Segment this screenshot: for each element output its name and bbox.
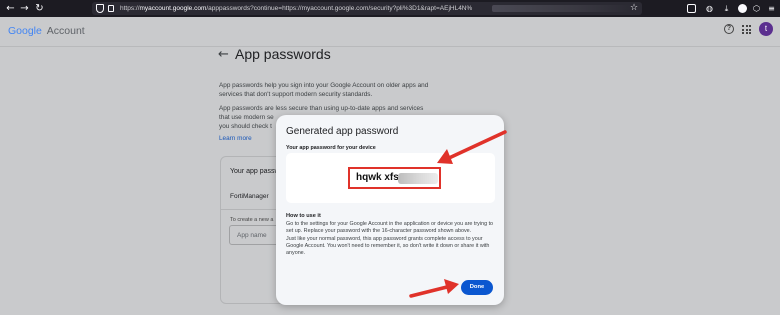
password-highlight-annotation: hqwk xfsz: [348, 167, 441, 189]
apps-grid-icon[interactable]: [742, 25, 751, 34]
google-account-logo[interactable]: Google Account: [8, 25, 85, 37]
password-box: hqwk xfsz: [286, 153, 495, 203]
menu-icon[interactable]: ≡: [767, 4, 776, 13]
download-icon[interactable]: ⤓: [722, 4, 731, 13]
done-button[interactable]: Done: [461, 280, 493, 295]
google-logo-text: Google: [8, 25, 42, 37]
shield-toolbar-icon[interactable]: ◍: [705, 4, 714, 13]
how-to-paragraph-2: Just like your normal password, this app…: [286, 235, 490, 257]
dialog-title: Generated app password: [286, 126, 399, 137]
browser-toolbar: ← → ↻ https://myaccount.google.com/apppa…: [0, 0, 780, 17]
forward-icon[interactable]: →: [19, 3, 30, 14]
app-password-item[interactable]: FortiManager: [230, 193, 269, 200]
account-label: Account: [46, 25, 85, 37]
url-redacted-blur: [492, 5, 632, 12]
bookmark-star-icon[interactable]: ☆: [630, 3, 638, 14]
reload-icon[interactable]: ↻: [34, 3, 45, 14]
how-to-title: How to use it: [286, 213, 321, 219]
app-name-placeholder: App name: [237, 232, 267, 239]
how-to-text: Go to the settings for your Google Accou…: [286, 221, 496, 257]
card-title: Your app passw: [230, 168, 280, 175]
intro-paragraph: App passwords help you sign into your Go…: [219, 82, 429, 98]
avatar[interactable]: t: [759, 22, 773, 36]
profile-icon[interactable]: [738, 4, 747, 13]
app-password-value[interactable]: hqwk xfsz: [356, 172, 404, 183]
back-icon[interactable]: ←: [5, 3, 16, 14]
generated-password-dialog: Generated app password Your app password…: [276, 115, 504, 305]
password-label: Your app password for your device: [286, 145, 376, 151]
url-text[interactable]: https://myaccount.google.com/apppassword…: [120, 2, 500, 15]
learn-more-link[interactable]: Learn more: [219, 135, 252, 142]
create-hint: To create a new a: [230, 217, 274, 223]
help-icon[interactable]: ?: [724, 24, 734, 34]
password-redacted-blur: [398, 173, 438, 184]
shield-icon[interactable]: [96, 4, 104, 13]
address-bar[interactable]: https://myaccount.google.com/apppassword…: [92, 2, 642, 15]
lock-icon[interactable]: [108, 5, 114, 12]
how-to-paragraph-1: Go to the settings for your Google Accou…: [286, 221, 494, 235]
extensions-icon[interactable]: ⬡: [752, 4, 761, 13]
account-header: Google Account ? t: [0, 17, 780, 47]
back-arrow-icon[interactable]: ←: [218, 47, 229, 62]
pocket-icon[interactable]: [687, 4, 696, 13]
security-paragraph-line1: App passwords are less secure than using…: [219, 105, 424, 112]
page-title: App passwords: [235, 46, 331, 62]
